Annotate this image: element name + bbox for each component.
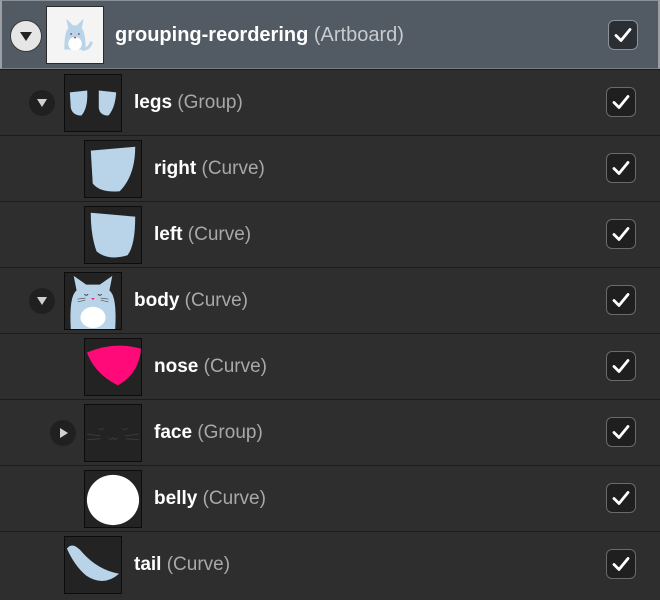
checkmark-icon bbox=[612, 161, 630, 175]
artboard-thumbnail bbox=[46, 6, 104, 64]
visibility-checkbox[interactable] bbox=[608, 20, 638, 50]
layer-name: belly bbox=[154, 488, 198, 509]
layer-label: belly (Curve) bbox=[154, 466, 266, 532]
layer-row-left[interactable]: left (Curve) bbox=[0, 201, 660, 267]
layer-row-body[interactable]: body (Curve) bbox=[0, 267, 660, 333]
disclosure-triangle-expanded-icon[interactable] bbox=[29, 288, 55, 314]
layer-label: left (Curve) bbox=[154, 202, 251, 268]
layer-type: (Group) bbox=[177, 92, 243, 113]
layer-name: legs bbox=[134, 92, 173, 113]
layer-label: right (Curve) bbox=[154, 136, 265, 202]
layer-type: (Artboard) bbox=[313, 24, 404, 46]
visibility-checkbox[interactable] bbox=[606, 417, 636, 447]
layer-type: (Curve) bbox=[201, 158, 265, 179]
layer-row-face[interactable]: face (Group) bbox=[0, 399, 660, 465]
layer-row-nose[interactable]: nose (Curve) bbox=[0, 333, 660, 399]
layer-label: legs (Group) bbox=[134, 70, 243, 136]
checkmark-icon bbox=[612, 227, 630, 241]
layer-label: body (Curve) bbox=[134, 268, 248, 334]
layer-name: body bbox=[134, 290, 180, 311]
layer-name: right bbox=[154, 158, 197, 179]
checkmark-icon bbox=[612, 293, 630, 307]
belly-thumbnail bbox=[84, 470, 142, 528]
visibility-checkbox[interactable] bbox=[606, 285, 636, 315]
checkmark-icon bbox=[614, 28, 632, 42]
layer-name: tail bbox=[134, 554, 162, 575]
layer-type: (Curve) bbox=[187, 224, 252, 245]
layer-name: face bbox=[154, 422, 193, 443]
body-thumbnail bbox=[64, 272, 122, 330]
disclosure-triangle-collapsed-icon[interactable] bbox=[50, 420, 76, 446]
disclosure-triangle-expanded-icon[interactable] bbox=[29, 90, 55, 116]
checkmark-icon bbox=[612, 425, 630, 439]
layer-row-tail[interactable]: tail (Curve) bbox=[0, 531, 660, 600]
layer-label: grouping-reordering (Artboard) bbox=[115, 1, 404, 67]
visibility-checkbox[interactable] bbox=[606, 351, 636, 381]
checkmark-icon bbox=[612, 557, 630, 571]
visibility-checkbox[interactable] bbox=[606, 219, 636, 249]
checkmark-icon bbox=[612, 491, 630, 505]
legs-thumbnail bbox=[64, 74, 122, 132]
layer-name: grouping-reordering bbox=[115, 24, 309, 46]
layer-label: nose (Curve) bbox=[154, 334, 267, 400]
visibility-checkbox[interactable] bbox=[606, 549, 636, 579]
layer-name: left bbox=[154, 224, 183, 245]
visibility-checkbox[interactable] bbox=[606, 483, 636, 513]
layer-type: (Curve) bbox=[184, 290, 249, 311]
layer-row-grouping-reordering[interactable]: grouping-reordering (Artboard) bbox=[0, 0, 660, 69]
layers-panel: grouping-reordering (Artboard) legs (Gro… bbox=[0, 0, 660, 600]
layer-row-right[interactable]: right (Curve) bbox=[0, 135, 660, 201]
checkmark-icon bbox=[612, 359, 630, 373]
layer-name: nose bbox=[154, 356, 199, 377]
visibility-checkbox[interactable] bbox=[606, 153, 636, 183]
layer-type: (Group) bbox=[197, 422, 263, 443]
visibility-checkbox[interactable] bbox=[606, 87, 636, 117]
layer-type: (Curve) bbox=[202, 488, 266, 509]
layer-label: tail (Curve) bbox=[134, 532, 230, 598]
left-leg-thumbnail bbox=[84, 206, 142, 264]
layer-row-legs[interactable]: legs (Group) bbox=[0, 69, 660, 135]
layer-type: (Curve) bbox=[203, 356, 267, 377]
tail-thumbnail bbox=[64, 536, 122, 594]
face-thumbnail bbox=[84, 404, 142, 462]
layer-label: face (Group) bbox=[154, 400, 263, 466]
checkmark-icon bbox=[612, 95, 630, 109]
right-leg-thumbnail bbox=[84, 140, 142, 198]
layer-row-belly[interactable]: belly (Curve) bbox=[0, 465, 660, 531]
nose-thumbnail bbox=[84, 338, 142, 396]
disclosure-triangle-expanded-icon[interactable] bbox=[10, 20, 42, 52]
layer-type: (Curve) bbox=[166, 554, 231, 575]
